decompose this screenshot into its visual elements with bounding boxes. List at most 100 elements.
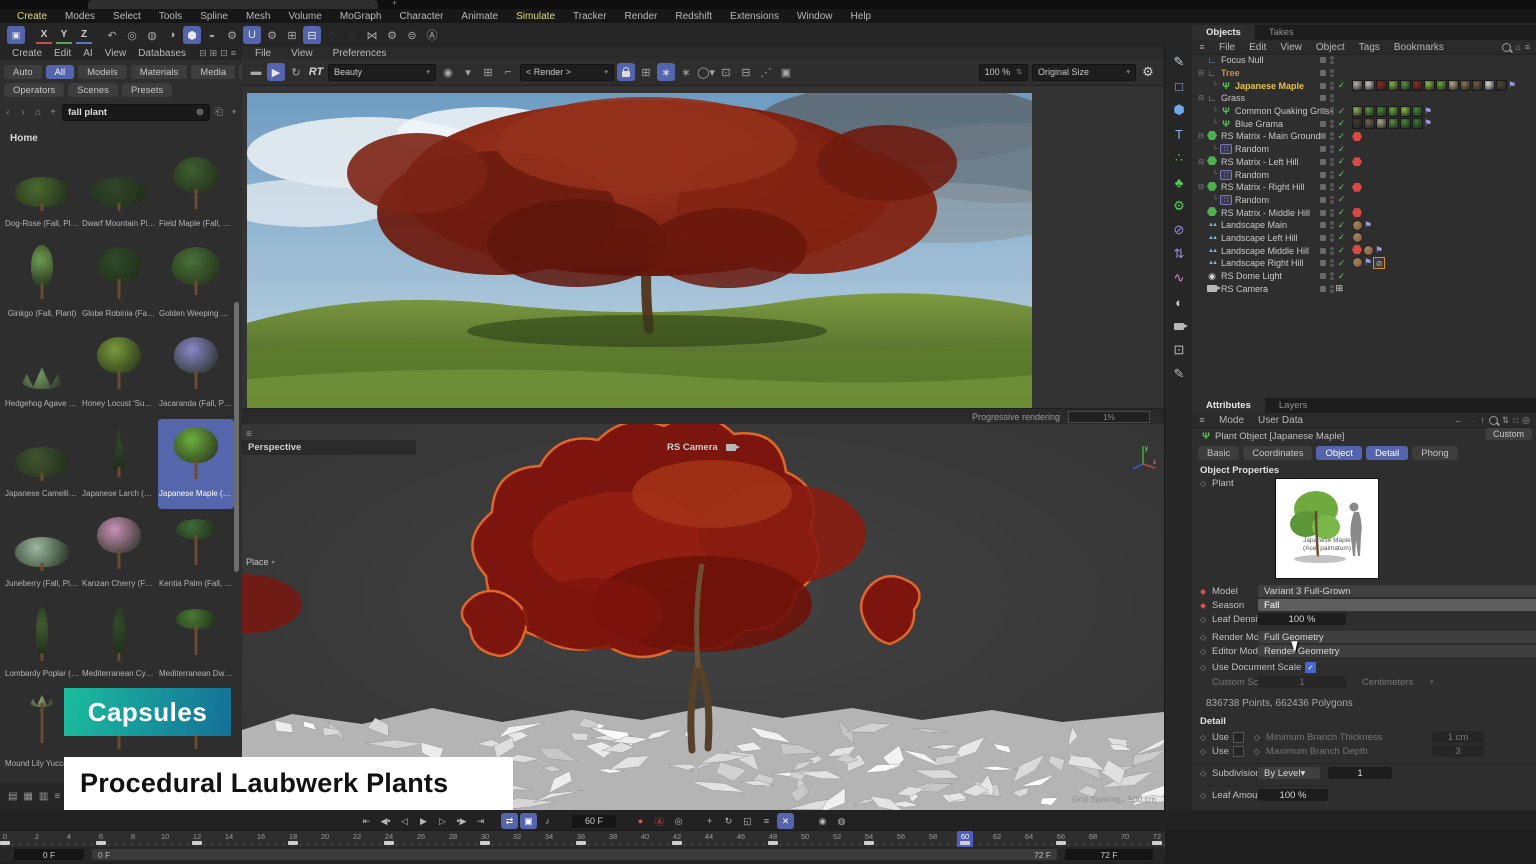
brush-icon[interactable]: ⋰ — [757, 63, 775, 81]
menu-tracker[interactable]: Tracker — [564, 11, 616, 22]
primitive-cube-icon[interactable]: ⬢ — [1168, 99, 1190, 121]
menu-extensions[interactable]: Extensions — [721, 11, 788, 22]
ab-view-icon-0[interactable]: ⊟ — [199, 48, 207, 59]
disabled-tag-icon[interactable]: ⊘ — [1373, 257, 1385, 269]
expand-icon[interactable]: ⊟ — [1196, 69, 1206, 77]
ab-menu-create[interactable]: Create — [6, 48, 48, 59]
clear-search-icon[interactable]: ⊗ — [196, 107, 204, 118]
visibility-toggles[interactable] — [1320, 94, 1334, 102]
flag-tag-icon[interactable]: ⚑ — [1424, 118, 1432, 129]
chevron-down-icon[interactable]: ▾ — [228, 108, 240, 116]
refresh-icon[interactable]: ↻ — [287, 63, 305, 81]
home-icon[interactable]: ⌂ — [1515, 42, 1520, 52]
leaf-density-field[interactable]: 100 % — [1258, 613, 1346, 625]
record-param-icon[interactable]: ≡ — [758, 813, 775, 829]
enabled-check-icon[interactable]: ✓ — [1336, 245, 1348, 256]
object-row-random[interactable]: └∷Random✓ — [1192, 168, 1536, 181]
object-row-landscape-right-hill[interactable]: ▲▲Landscape Right Hill✓⚑⊘ — [1192, 257, 1536, 270]
stage-icon[interactable]: ⊡ — [1168, 339, 1190, 361]
expand-icon[interactable]: └ — [1210, 196, 1220, 203]
flag-tag-icon[interactable]: ⚑ — [1364, 257, 1372, 269]
rgb-channel-icon[interactable]: ◉ — [439, 63, 457, 81]
plant-item-honey-locust-sunbur-[interactable]: Honey Locust 'Sunbur... — [81, 329, 157, 419]
mograph-text-icon[interactable]: T — [1168, 123, 1190, 145]
visibility-toggles[interactable] — [1320, 69, 1334, 77]
object-row-japanese-maple[interactable]: └ΨJapanese Maple✓⚑ — [1192, 79, 1536, 92]
mirror-icon[interactable]: ⋈ — [363, 26, 381, 44]
grid-icon[interactable]: ⊞ — [479, 63, 497, 81]
expand-icon[interactable]: ⊟ — [1196, 158, 1206, 166]
sphere-c-icon[interactable]: ◑ — [163, 26, 181, 44]
visibility-toggles[interactable]: ✓ — [1320, 80, 1348, 91]
menu-modes[interactable]: Modes — [56, 11, 104, 22]
current-frame-field[interactable]: 60 F — [572, 815, 616, 828]
dim-b-icon[interactable]: ◌ — [343, 26, 361, 44]
record-position-icon[interactable]: + — [701, 813, 718, 829]
plant-item-kanzan-cherry-fall-pl-[interactable]: Kanzan Cherry (Fall, Pl... — [81, 509, 157, 599]
pen-spline-icon[interactable]: ✎ — [1168, 51, 1190, 73]
target-icon[interactable]: ◎ — [1522, 415, 1530, 426]
ab-menu-databases[interactable]: Databases — [132, 48, 192, 59]
play-icon[interactable]: ▶ — [267, 63, 285, 81]
keyframe-marker[interactable] — [1152, 841, 1162, 845]
flag-tag-icon[interactable]: ⚑ — [1375, 245, 1383, 256]
search-icon[interactable] — [1489, 416, 1498, 425]
ab-menu-ai[interactable]: AI — [77, 48, 98, 59]
keyframe-marker[interactable] — [384, 841, 394, 845]
add-icon[interactable]: + — [47, 107, 59, 118]
plant-preview-thumbnail[interactable]: Japanese Maple (Acer palmatum) — [1275, 478, 1379, 579]
object-row-rs-matrix-left-hill[interactable]: ⊟RS Matrix - Left Hill✓ — [1192, 156, 1536, 169]
visibility-toggles[interactable]: ✓ — [1320, 118, 1348, 129]
enabled-check-icon[interactable]: ✓ — [1336, 258, 1348, 269]
expand-icon[interactable]: └ — [1210, 108, 1220, 115]
rig-icon[interactable]: ⚙ — [223, 26, 241, 44]
edit-pencil-icon[interactable]: ✎ — [1168, 363, 1190, 385]
hamburger-icon[interactable]: ≡ — [1193, 411, 1211, 429]
snapshot-icon[interactable]: ∗ — [657, 63, 675, 81]
object-row-landscape-left-hill[interactable]: ▲▲Landscape Left Hill✓ — [1192, 232, 1536, 245]
expand-icon[interactable]: └ — [1210, 82, 1220, 89]
plant-item-dog-rose-fall-plant-[interactable]: Dog-Rose (Fall, Plant) — [4, 149, 80, 239]
range-slider[interactable]: 0 F 72 F — [92, 849, 1057, 860]
menu-mograph[interactable]: MoGraph — [331, 11, 391, 22]
object-row-landscape-middle-hill[interactable]: ▲▲Landscape Middle Hill✓⚑ — [1192, 244, 1536, 257]
region-icon[interactable]: ⊡ — [717, 63, 735, 81]
filter-icon[interactable]: ≡ — [1525, 42, 1530, 52]
enabled-check-icon[interactable]: ✓ — [1336, 144, 1348, 155]
tab-takes[interactable]: Takes — [1255, 25, 1308, 40]
attr-tab-object[interactable]: Object — [1316, 446, 1361, 460]
play-icon[interactable]: ▶ — [415, 813, 432, 829]
scrollbar[interactable] — [234, 302, 239, 572]
image-icon[interactable]: ▣ — [777, 63, 795, 81]
tab-layers[interactable]: Layers — [1265, 398, 1322, 413]
object-row-random[interactable]: └∷Random✓ — [1192, 143, 1536, 156]
autokey-ring-icon[interactable]: Ⓐ — [423, 26, 441, 44]
plant-item-lombardy-poplar-fall-[interactable]: Lombardy Poplar (Fall... — [4, 599, 80, 689]
crop-icon[interactable]: ⌐ — [499, 63, 517, 81]
ab-view-icon-2[interactable]: ⊡ — [220, 48, 228, 59]
autokey-icon[interactable]: Ⓐ — [651, 813, 668, 829]
render-mode-dropdown[interactable]: Full Geometry — [1258, 631, 1536, 643]
object-row-rs-matrix-middle-hill[interactable]: RS Matrix - Middle Hill✓ — [1192, 206, 1536, 219]
axis-x-button[interactable]: X — [36, 27, 52, 44]
tag-strip[interactable]: ⚑ — [1352, 80, 1516, 91]
tag-strip[interactable] — [1352, 208, 1362, 217]
keyframe-marker[interactable] — [288, 841, 298, 845]
prev-key-icon[interactable]: ◀• — [377, 813, 394, 829]
visibility-toggles[interactable]: ✓ — [1320, 169, 1348, 180]
ab-view-icon-3[interactable]: ≡ — [231, 48, 236, 59]
ab-view-icon-1[interactable]: ⊞ — [210, 48, 218, 59]
home-icon[interactable]: ⌂ — [32, 107, 44, 118]
obj-menu-bookmarks[interactable]: Bookmarks — [1387, 42, 1451, 53]
enabled-check-icon[interactable]: ✓ — [1336, 156, 1348, 167]
spline-rect-icon[interactable]: □ — [1168, 75, 1190, 97]
leaf-amount-field[interactable]: 100 % — [1258, 789, 1328, 801]
perspective-viewport[interactable]: ≡ Perspective RS Camera Place▾ Grid Spac… — [242, 424, 1164, 810]
enabled-check-icon[interactable]: ✓ — [1336, 80, 1348, 91]
grid-icon[interactable]: ⊞ — [283, 26, 301, 44]
visibility-toggles[interactable]: ✓ — [1320, 207, 1348, 218]
new-tab-button[interactable]: + — [392, 0, 397, 8]
menu-volume[interactable]: Volume — [279, 11, 330, 22]
filter-tab-operators[interactable]: Operators — [4, 83, 64, 97]
menu-tools[interactable]: Tools — [150, 11, 191, 22]
